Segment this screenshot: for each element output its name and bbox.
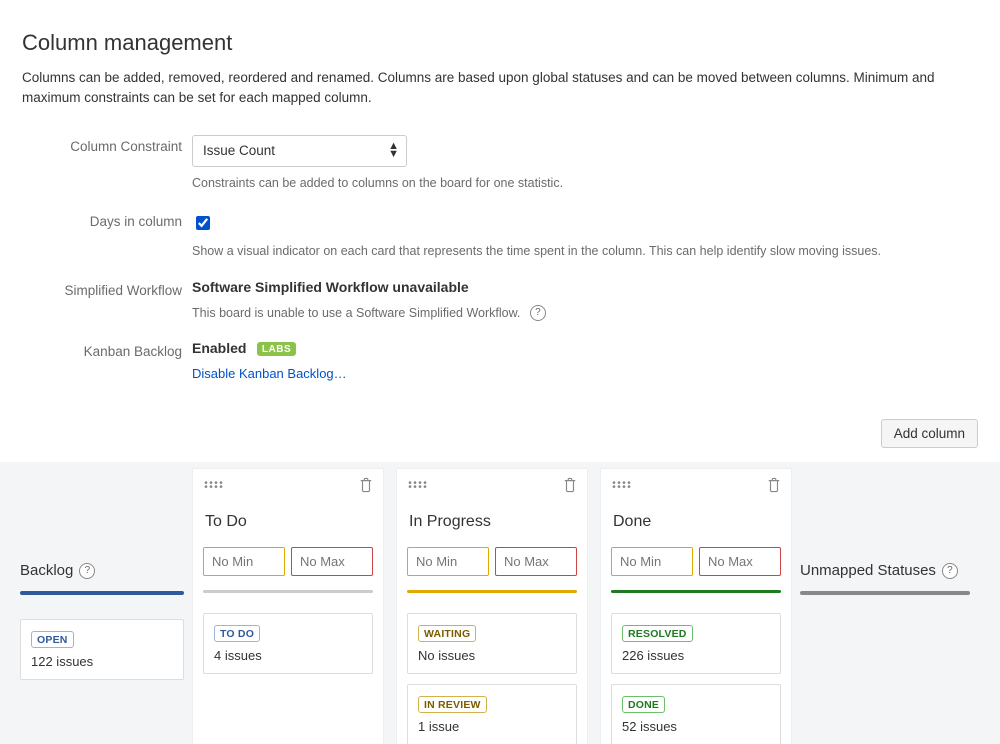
board-column: •••••••• Done RESOLVED 226 issues DONE 52 iss…	[600, 468, 792, 744]
status-card[interactable]: TO DO 4 issues	[203, 613, 373, 674]
issue-count: No issues	[418, 648, 566, 663]
days-in-column-checkbox[interactable]	[196, 216, 210, 230]
board-area: Backlog ? OPEN 122 issues •••••••• To Do T…	[0, 462, 1000, 744]
issue-count: 1 issue	[418, 719, 566, 734]
backlog-column: Backlog ? OPEN 122 issues	[12, 462, 192, 680]
page-title: Column management	[22, 30, 978, 56]
simplified-workflow-value: Software Simplified Workflow unavailable	[192, 279, 469, 295]
help-icon[interactable]: ?	[942, 563, 958, 579]
labs-badge: LABS	[257, 342, 296, 356]
column-min-input[interactable]	[407, 547, 489, 576]
status-lozenge: WAITING	[418, 625, 476, 642]
status-lozenge: IN REVIEW	[418, 696, 487, 713]
page-description: Columns can be added, removed, reordered…	[22, 68, 978, 109]
status-card[interactable]: WAITING No issues	[407, 613, 577, 674]
unmapped-title: Unmapped Statuses	[800, 562, 936, 579]
column-bar	[611, 590, 781, 593]
days-in-column-label: Days in column	[22, 202, 192, 271]
delete-column-button[interactable]	[767, 477, 781, 498]
kanban-backlog-label: Kanban Backlog	[22, 332, 192, 391]
kanban-backlog-value: Enabled	[192, 340, 246, 356]
issue-count: 122 issues	[31, 654, 173, 669]
column-max-input[interactable]	[291, 547, 373, 576]
column-constraint-select[interactable]: Issue Count	[192, 135, 407, 167]
drag-handle-icon[interactable]: ••••••••	[611, 483, 631, 491]
column-min-input[interactable]	[611, 547, 693, 576]
column-title[interactable]: To Do	[205, 513, 373, 531]
add-column-button[interactable]: Add column	[881, 419, 978, 448]
delete-column-button[interactable]	[563, 477, 577, 498]
unmapped-bar	[800, 591, 970, 595]
status-lozenge-open: OPEN	[31, 631, 74, 648]
issue-count: 226 issues	[622, 648, 770, 663]
days-in-column-help: Show a visual indicator on each card tha…	[192, 243, 978, 261]
column-bar	[203, 590, 373, 593]
disable-kanban-backlog-link[interactable]: Disable Kanban Backlog…	[192, 366, 978, 381]
backlog-title: Backlog	[20, 562, 73, 579]
column-constraint-help: Constraints can be added to columns on t…	[192, 175, 978, 193]
board-column: •••••••• In Progress WAITING No issues IN RE…	[396, 468, 588, 744]
column-min-input[interactable]	[203, 547, 285, 576]
board-column: •••••••• To Do TO DO 4 issues	[192, 468, 384, 744]
unmapped-column: Unmapped Statuses ?	[792, 462, 978, 595]
status-lozenge: DONE	[622, 696, 665, 713]
column-max-input[interactable]	[699, 547, 781, 576]
help-icon[interactable]: ?	[530, 305, 546, 321]
status-card[interactable]: OPEN 122 issues	[20, 619, 184, 680]
delete-column-button[interactable]	[359, 477, 373, 498]
status-card[interactable]: RESOLVED 226 issues	[611, 613, 781, 674]
status-card[interactable]: DONE 52 issues	[611, 684, 781, 744]
issue-count: 52 issues	[622, 719, 770, 734]
drag-handle-icon[interactable]: ••••••••	[407, 483, 427, 491]
issue-count: 4 issues	[214, 648, 362, 663]
column-title[interactable]: In Progress	[409, 513, 577, 531]
backlog-bar	[20, 591, 184, 595]
simplified-workflow-help: This board is unable to use a Software S…	[192, 306, 520, 320]
help-icon[interactable]: ?	[79, 563, 95, 579]
column-title[interactable]: Done	[613, 513, 781, 531]
simplified-workflow-label: Simplified Workflow	[22, 271, 192, 333]
column-bar	[407, 590, 577, 593]
column-max-input[interactable]	[495, 547, 577, 576]
status-lozenge: RESOLVED	[622, 625, 693, 642]
status-card[interactable]: IN REVIEW 1 issue	[407, 684, 577, 744]
drag-handle-icon[interactable]: ••••••••	[203, 483, 223, 491]
status-lozenge: TO DO	[214, 625, 260, 642]
column-constraint-label: Column Constraint	[22, 127, 192, 203]
